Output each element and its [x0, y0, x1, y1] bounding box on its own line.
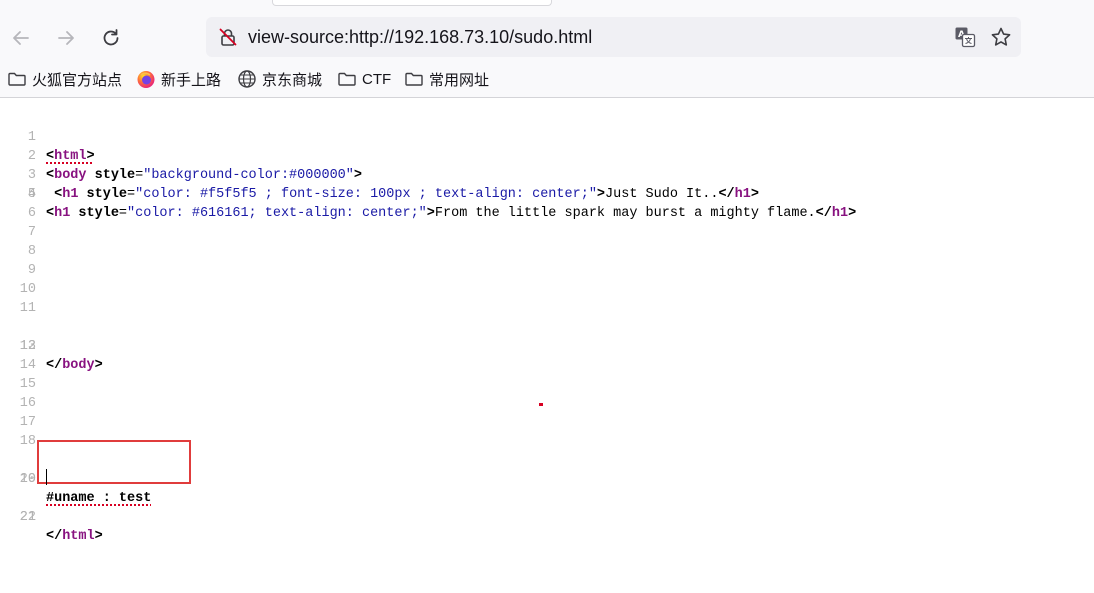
line-content: <h1 style="color: #616161; text-align: c… [46, 206, 857, 221]
source-line: 7 [0, 223, 49, 242]
source-line: 17 [0, 413, 49, 432]
bookmark-folder-firefox-official[interactable]: 火狐官方站点 [7, 66, 122, 92]
bookmark-label: 火狐官方站点 [32, 71, 123, 89]
source-line: 22 [0, 508, 49, 527]
line-content: <body style="background-color:#000000"> [46, 168, 362, 183]
bookmark-label: CTF [362, 70, 392, 88]
insecure-lock-icon[interactable] [218, 27, 238, 47]
source-line: 21 </html> [0, 489, 103, 544]
back-button[interactable] [7, 24, 35, 52]
bookmark-jd[interactable]: 京东商城 [237, 66, 322, 92]
source-line: 13 [0, 337, 49, 356]
line-number: 9 [27, 263, 36, 278]
line-number: 14 [19, 358, 36, 373]
reload-icon [103, 29, 119, 46]
folder-icon [338, 72, 356, 86]
line-number: 5 [27, 187, 36, 202]
line-number: 15 [19, 377, 36, 392]
active-tab-edge[interactable] [272, 0, 552, 6]
folder-icon [8, 72, 26, 86]
stray-mark [539, 403, 543, 406]
line-number: 22 [19, 510, 36, 525]
text-caret [46, 469, 47, 485]
line-number: 18 [19, 434, 36, 449]
uname-comment: #uname : test [46, 491, 152, 506]
line-number: 13 [19, 339, 36, 354]
arrow-right-icon [58, 31, 74, 45]
source-line: 16 [0, 394, 49, 413]
star-icon[interactable] [990, 26, 1012, 48]
line-number: 6 [27, 206, 36, 221]
line-content: <html> [46, 149, 95, 164]
url-bar[interactable]: view-source:http://192.168.73.10/sudo.ht… [206, 17, 1021, 57]
firefox-icon [137, 71, 155, 88]
source-line: 5 [0, 185, 49, 204]
source-line: 3 <h1 style="color: #f5f5f5 ; font-size:… [0, 147, 759, 202]
bookmark-folder-common-sites[interactable]: 常用网址 [404, 66, 489, 92]
source-line: 4 <h1 style="color: #616161; text-align:… [0, 166, 856, 221]
line-content: </body> [46, 358, 103, 373]
bookmark-label: 京东商城 [262, 71, 323, 89]
line-content: <h1 style="color: #f5f5f5 ; font-size: 1… [54, 187, 759, 202]
translate-icon[interactable]: A [954, 26, 976, 48]
source-line: 2 <body style="background-color:#000000"… [0, 128, 362, 183]
arrow-left-icon [13, 31, 29, 45]
source-line: 1 <html> [0, 109, 95, 164]
forward-button[interactable] [52, 24, 80, 52]
line-number: 17 [19, 415, 36, 430]
bookmark-folder-ctf[interactable]: CTF [337, 66, 391, 92]
line-number: 7 [27, 225, 36, 240]
url-input[interactable]: view-source:http://192.168.73.10/sudo.ht… [248, 27, 592, 47]
bookmark-label: 新手上路 [161, 71, 222, 89]
source-line: 11 [0, 299, 49, 318]
source-line: 6 [0, 204, 49, 223]
source-line: 15 [0, 375, 49, 394]
view-source-content[interactable]: 1 <html> 2 <body style="background-color… [0, 98, 1094, 593]
source-line: 9 [0, 261, 49, 280]
bookmarks-toolbar: 火狐官方站点 新手上路 京东商城 CTF 常用网址 [0, 66, 1094, 92]
line-number: 16 [19, 396, 36, 411]
source-line: 12 </body> [0, 318, 103, 373]
line-number: 20 [19, 472, 36, 487]
highlight-annotation-box [37, 440, 191, 484]
source-line: 10 [0, 280, 49, 299]
bookmark-label: 常用网址 [429, 71, 490, 89]
source-line: 8 [0, 242, 49, 261]
line-number: 11 [19, 301, 36, 316]
reload-button[interactable] [97, 24, 125, 52]
source-line: 14 [0, 356, 49, 375]
globe-icon [238, 70, 256, 88]
line-number: 10 [19, 282, 36, 297]
line-number: 8 [27, 244, 36, 259]
line-content: </html> [46, 529, 103, 544]
folder-icon [405, 72, 423, 86]
bookmark-getting-started[interactable]: 新手上路 [136, 66, 221, 92]
browser-toolbar: view-source:http://192.168.73.10/sudo.ht… [0, 0, 1094, 98]
